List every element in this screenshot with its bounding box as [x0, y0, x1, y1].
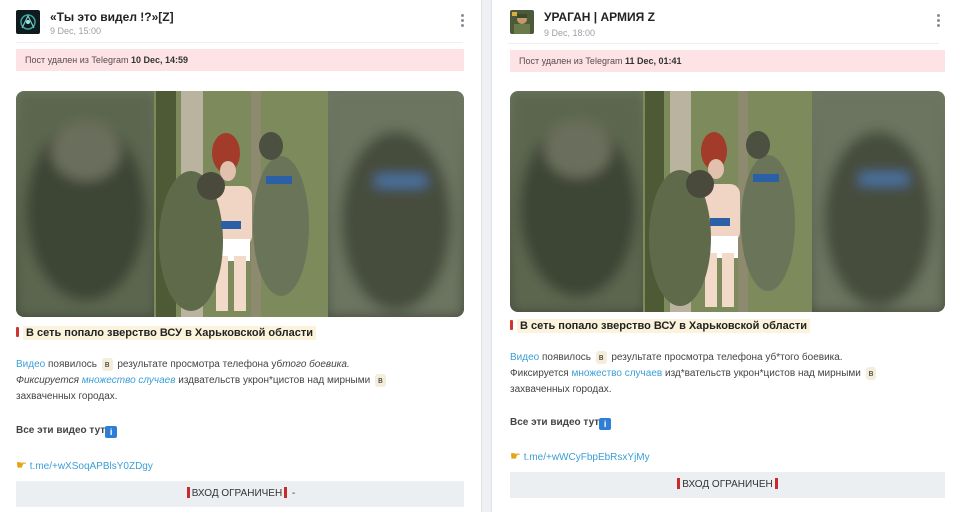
video-link[interactable]: Видео — [16, 359, 45, 370]
letter-chip: в — [865, 367, 877, 380]
kebab-menu-icon[interactable] — [457, 14, 467, 30]
body-text: результате просмотра телефона уб — [114, 359, 283, 370]
entry-label: ВХОД ОГРАНИЧЕН — [191, 488, 283, 499]
entry-suffix: - — [289, 488, 296, 499]
body-text: появилось — [45, 359, 100, 370]
channel-avatar[interactable] — [16, 10, 40, 34]
all-videos-text: Все эти видео тут — [510, 417, 600, 428]
restricted-entry-button[interactable]: ВХОД ОГРАНИЧЕН - — [16, 481, 464, 507]
divider — [16, 42, 463, 43]
video-link[interactable]: Видео — [510, 352, 539, 363]
body-text-italic: того боевика. — [282, 359, 350, 370]
video-preview[interactable] — [510, 91, 945, 312]
body-text: результате просмотра телефона уб*того бо… — [608, 352, 843, 363]
post-header: УРАГАН | АРМИЯ Z 9 Dec, 18:00 — [510, 8, 943, 40]
kebab-menu-icon[interactable] — [933, 14, 943, 30]
post-body: Видео появилось в результате просмотра т… — [16, 357, 456, 405]
cases-link[interactable]: множество случаев — [82, 375, 176, 386]
invite-link[interactable]: t.me/+wXSoqAPBlsY0ZDgy — [30, 461, 153, 472]
entry-label: ВХОД ОГРАНИЧЕН — [682, 479, 773, 490]
letter-chip: в — [101, 358, 113, 371]
letter-chip: в — [595, 351, 607, 364]
restricted-entry-button[interactable]: ВХОД ОГРАНИЧЕН — [510, 472, 945, 498]
divider — [508, 43, 939, 44]
deleted-notice-time: 10 Dec, 14:59 — [130, 55, 188, 65]
exclamation-icon — [16, 327, 19, 337]
deleted-notice-text: Пост удален из Telegram — [519, 56, 625, 66]
exclamation-icon — [510, 320, 513, 330]
all-videos-line: Все эти видео тут i — [16, 425, 118, 438]
deleted-notice: Пост удален из Telegram 11 Dec, 01:41 — [510, 50, 945, 72]
body-text: изд*вательств укрон*цистов над мирными — [662, 368, 864, 379]
body-text: захваченных городах. — [510, 384, 612, 395]
channel-name[interactable]: УРАГАН | АРМИЯ Z — [544, 10, 655, 24]
invite-link-line: ☛ t.me/+wXSoqAPBlsY0ZDgy — [16, 458, 153, 472]
post-date: 9 Dec, 15:00 — [50, 26, 102, 36]
post-body: Видео появилось в результате просмотра т… — [510, 350, 940, 398]
exclamation-icon — [284, 487, 288, 498]
info-icon: i — [105, 426, 118, 438]
post-headline: В сеть попало зверство ВСУ в Харьковской… — [510, 319, 811, 333]
post-headline: В сеть попало зверство ВСУ в Харьковской… — [16, 326, 317, 340]
deleted-notice-time: 11 Dec, 01:41 — [624, 56, 682, 66]
exclamation-icon — [677, 478, 681, 489]
body-text: издвательств укрон*цистов над мирными — [175, 375, 373, 386]
body-text: захваченных городах. — [16, 391, 118, 402]
pointing-hand-icon: ☛ — [510, 449, 521, 463]
deleted-notice: Пост удален из Telegram 10 Dec, 14:59 — [16, 49, 464, 71]
exclamation-icon — [774, 478, 778, 489]
all-videos-line: Все эти видео тут i — [510, 417, 612, 430]
channel-avatar[interactable] — [510, 10, 534, 34]
channel-name[interactable]: «Ты это видел !?»[Z] — [50, 10, 174, 24]
pointing-hand-icon: ☛ — [16, 458, 27, 472]
body-text: появилось — [539, 352, 594, 363]
post-date: 9 Dec, 18:00 — [544, 28, 596, 38]
feed: «Ты это видел !?»[Z] 9 Dec, 15:00 Пост у… — [0, 0, 957, 512]
body-text: Фиксируется — [510, 368, 572, 379]
post-header: «Ты это видел !?»[Z] 9 Dec, 15:00 — [16, 8, 467, 40]
post-card: «Ты это видел !?»[Z] 9 Dec, 15:00 Пост у… — [0, 0, 482, 512]
body-text-italic: Фиксируется — [16, 375, 82, 386]
invite-link[interactable]: t.me/+wWCyFbpEbRsxYjMy — [524, 452, 650, 463]
video-preview[interactable] — [16, 91, 464, 317]
headline-text: В сеть попало зверство ВСУ в Харьковской… — [23, 326, 317, 340]
info-icon: i — [599, 418, 612, 430]
invite-link-line: ☛ t.me/+wWCyFbpEbRsxYjMy — [510, 449, 650, 463]
cases-link[interactable]: множество случаев — [572, 368, 663, 379]
deleted-notice-text: Пост удален из Telegram — [25, 55, 131, 65]
all-videos-text: Все эти видео тут — [16, 425, 106, 436]
letter-chip: в — [375, 374, 386, 387]
headline-text: В сеть попало зверство ВСУ в Харьковской… — [517, 319, 811, 333]
post-card: УРАГАН | АРМИЯ Z 9 Dec, 18:00 Пост удале… — [491, 0, 957, 512]
exclamation-icon — [186, 487, 190, 498]
